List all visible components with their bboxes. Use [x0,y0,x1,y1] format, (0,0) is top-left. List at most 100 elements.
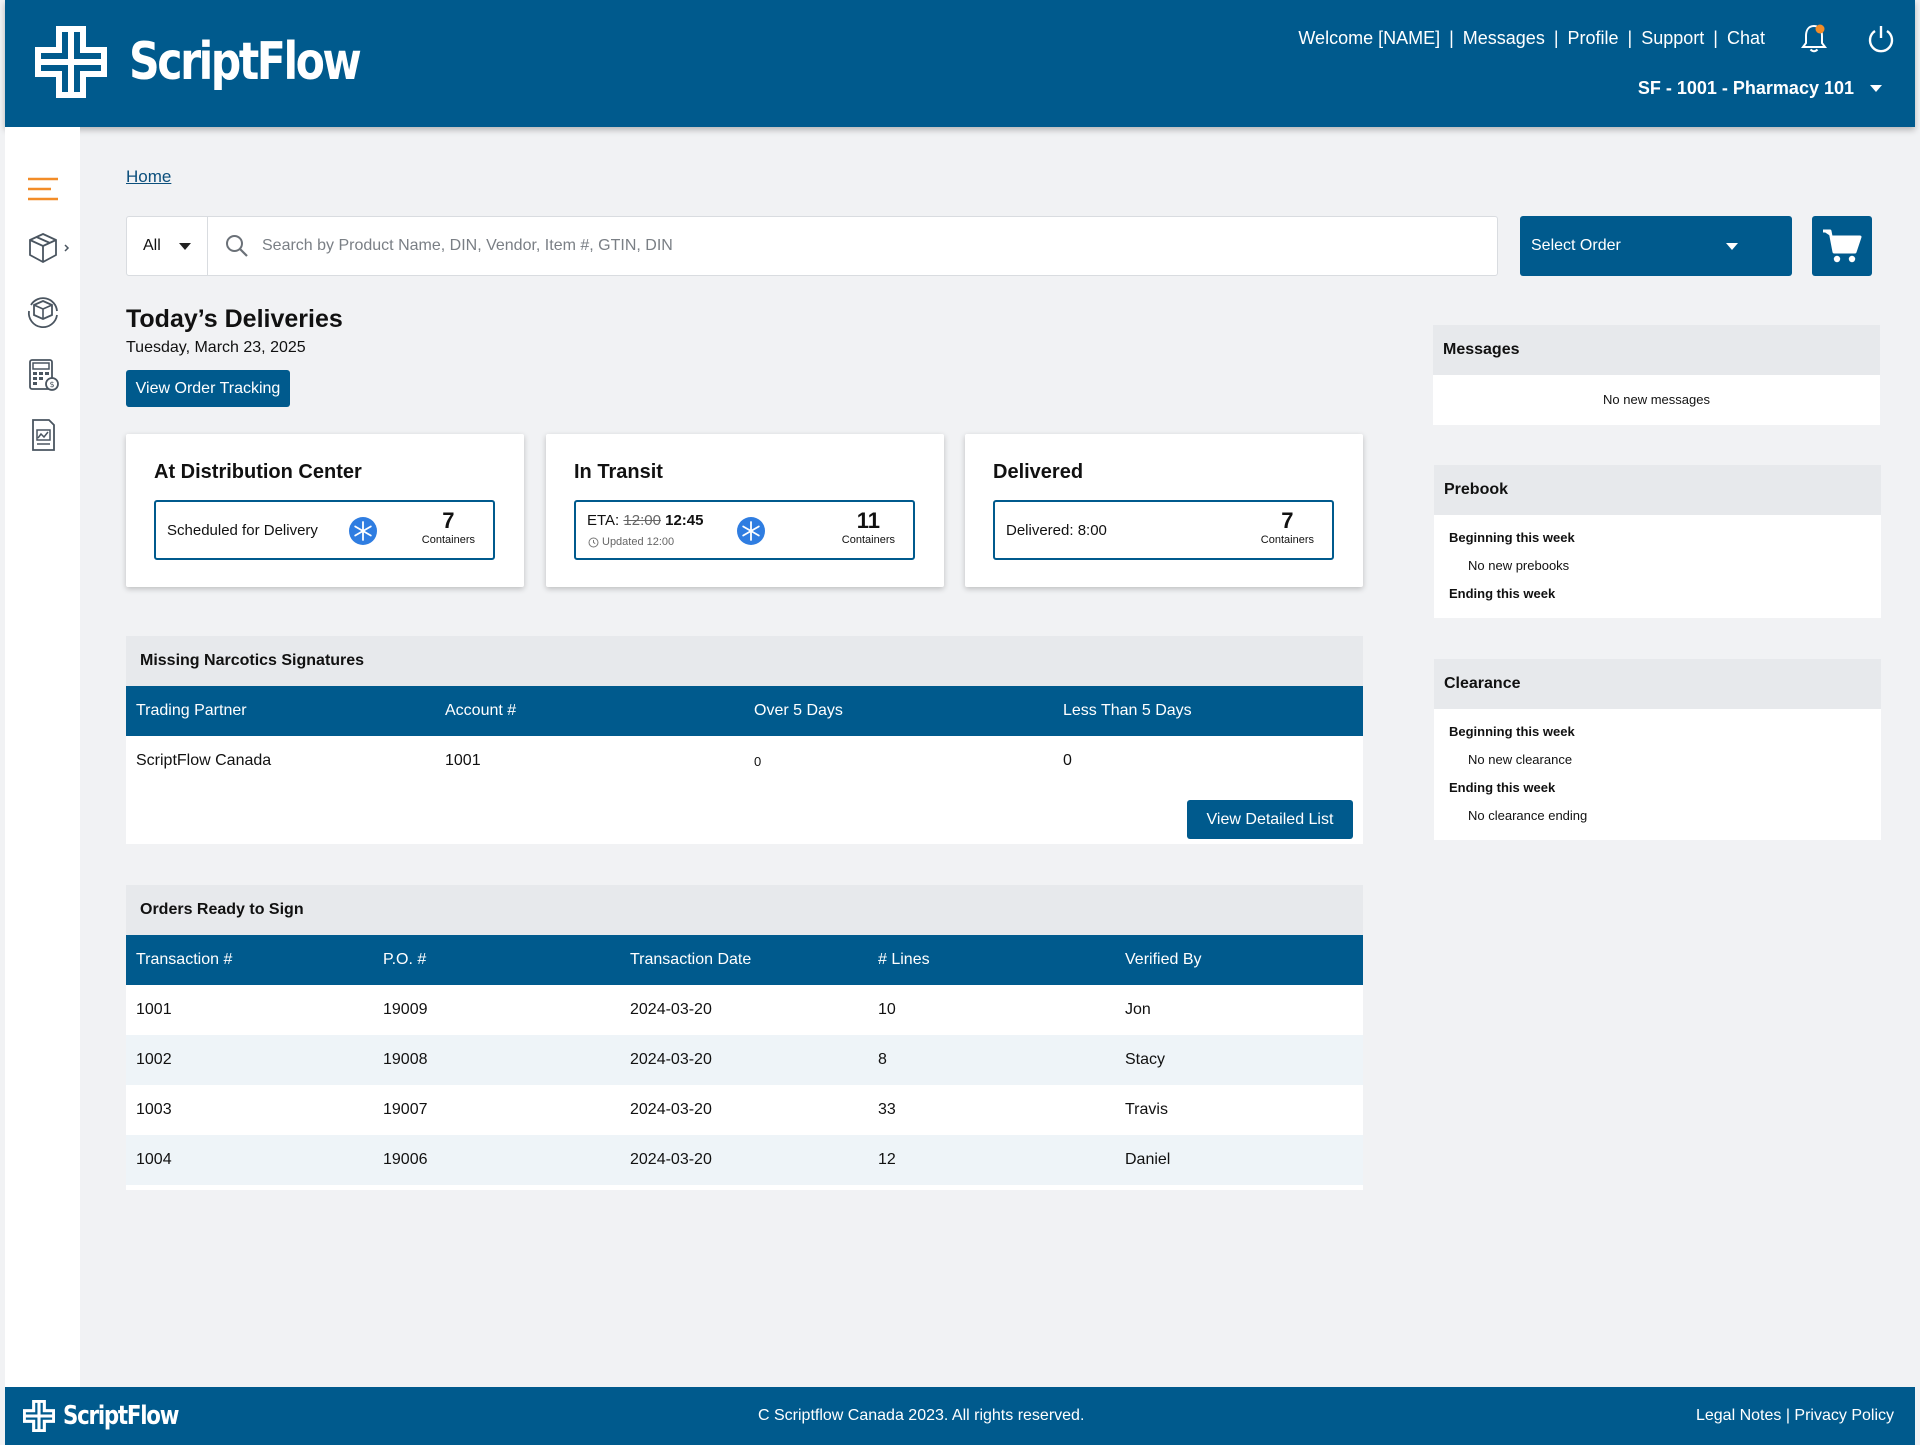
column-header[interactable]: Over 5 Days [744,702,1053,720]
table-row[interactable]: 1003 19007 2024-03-20 33 Travis [126,1085,1363,1135]
bell-icon[interactable] [1797,22,1831,56]
nav-messages-link[interactable]: Messages [1463,28,1545,49]
table-cell: 19007 [383,1101,428,1118]
container-count-number: 7 [1281,508,1294,533]
left-sidebar: $ [5,127,80,1387]
table-cell: 2024-03-20 [630,1001,712,1018]
store-selector[interactable]: SF - 1001 - Pharmacy 101 [1638,78,1882,99]
clearance-beginning-label: Beginning this week [1449,724,1575,739]
table-cell: 2024-03-20 [630,1151,712,1168]
privacy-policy-link[interactable]: Privacy Policy [1794,1407,1894,1424]
returns-icon[interactable] [23,293,63,333]
container-count: 7 Containers [1261,508,1314,547]
messages-empty-text: No new messages [1603,392,1710,407]
search-input[interactable] [250,217,1497,275]
store-name: SF - 1001 - Pharmacy 101 [1637,78,1854,98]
snowflake-icon [737,517,765,545]
table-row[interactable]: ScriptFlow Canada 1001 0 0 [126,736,1363,786]
table-row[interactable]: 1004 19006 2024-03-20 12 Daniel [126,1135,1363,1185]
table-header: Transaction # P.O. # Transaction Date # … [126,935,1363,985]
table-cell: 1003 [136,1101,172,1118]
column-header[interactable]: Verified By [1115,951,1363,969]
column-header[interactable]: Less Than 5 Days [1053,702,1363,720]
view-detailed-list-button[interactable]: View Detailed List [1187,800,1353,839]
delivery-status-box[interactable]: ETA: 12:00 12:45 Updated 12:00 11 Contai… [574,500,915,560]
search-filter-dropdown[interactable]: All [127,217,208,275]
nav-support-link[interactable]: Support [1641,28,1704,49]
delivery-card-title: At Distribution Center [154,461,362,483]
delivery-status-label: Scheduled for Delivery [167,522,318,539]
column-header[interactable]: P.O. # [373,951,620,969]
eta-updated-text: Updated 12:00 [602,536,675,548]
delivery-card-in-transit[interactable]: In Transit ETA: 12:00 12:45 Updated 12:0… [546,434,944,587]
top-header: ScriptFlow Welcome [NAME] | Messages | P… [5,0,1915,127]
cart-icon [1823,229,1862,263]
delivery-card-title: In Transit [574,461,663,483]
container-count: 11 Containers [841,510,895,547]
cart-button[interactable] [1812,216,1872,276]
clearance-ending-label: Ending this week [1449,780,1556,795]
panel-title: Missing Narcotics Signatures [126,636,1363,686]
eta-new-time: 12:45 [665,512,704,529]
brand-name: ScriptFlow [129,32,362,92]
eta-updated: Updated 12:00 [588,536,674,548]
nav-divider: | [1713,28,1718,48]
table-row[interactable]: 1001 19009 2024-03-20 10 Jon [126,985,1363,1035]
nav-chat-link[interactable]: Chat [1727,28,1765,49]
messages-card: Messages No new messages [1433,325,1880,425]
power-icon[interactable] [1864,22,1898,56]
legal-notes-link[interactable]: Legal Notes [1696,1407,1781,1424]
report-icon[interactable] [23,415,63,455]
table-cell: Daniel [1125,1151,1171,1168]
container-count-unit: Containers [841,534,895,546]
table-cell: Jon [1125,1001,1151,1018]
table-cell: ScriptFlow Canada [136,752,272,769]
calculator-icon[interactable]: $ [23,355,63,395]
container-count: 7 Containers [422,508,475,547]
table-cell: 19008 [383,1051,428,1068]
clearance-ending-empty: No clearance ending [1468,808,1588,823]
eta-old-time: 12:00 [623,512,661,529]
delivery-card-delivered[interactable]: Delivered Delivered: 8:00 7 Containers [965,434,1363,587]
cross-logo-icon [35,26,107,98]
footer-logo[interactable]: ScriptFlow [23,1400,203,1432]
search-filter-value: All [143,237,161,254]
container-count-number: 7 [442,508,455,533]
clearance-card: Clearance Beginning this week No new cle… [1434,659,1881,840]
top-nav: Welcome [NAME] | Messages | Profile | Su… [1298,28,1765,49]
copyright-text: C Scriptflow Canada 2023. All rights res… [758,1407,1085,1424]
delivery-status-box[interactable]: Scheduled for Delivery 7 Containers [154,500,495,560]
menu-icon[interactable] [23,169,63,209]
column-header[interactable]: Transaction # [126,951,373,969]
eta-text: ETA: 12:00 12:45 [587,512,704,529]
column-header[interactable]: Account # [435,702,744,720]
breadcrumb-home[interactable]: Home [126,167,171,187]
clearance-beginning-empty: No new clearance [1468,752,1573,767]
brand-logo[interactable]: ScriptFlow [35,26,410,98]
table-cell: 1001 [136,1001,172,1018]
view-order-tracking-button[interactable]: View Order Tracking [126,370,290,407]
package-icon[interactable] [23,228,75,268]
svg-text:$: $ [49,380,54,389]
column-header[interactable]: Transaction Date [620,951,868,969]
column-header[interactable]: Trading Partner [126,702,435,720]
snowflake-icon [349,517,377,545]
table-header: Trading Partner Account # Over 5 Days Le… [126,686,1363,736]
table-cell: 8 [878,1051,887,1068]
deliveries-date: Tuesday, March 23, 2025 [126,339,306,356]
nav-divider: | [1627,28,1633,48]
chevron-down-icon [1870,85,1882,92]
search-bar: All [126,216,1498,276]
nav-profile-link[interactable]: Profile [1568,28,1619,49]
table-row[interactable]: 1002 19008 2024-03-20 8 Stacy [126,1035,1363,1085]
delivery-status-box[interactable]: Delivered: 8:00 7 Containers [993,500,1334,560]
table-cell: 12 [878,1151,896,1168]
table-cell: 1001 [445,752,481,769]
column-header[interactable]: # Lines [868,951,1115,969]
table-cell: 0 [754,753,762,769]
prebook-ending-label: Ending this week [1449,586,1556,601]
delivery-status-label: Delivered: 8:00 [1006,522,1107,539]
delivery-card-title: Delivered [993,461,1084,483]
delivery-card-distribution[interactable]: At Distribution Center Scheduled for Del… [126,434,524,587]
select-order-dropdown[interactable]: Select Order [1520,216,1792,276]
